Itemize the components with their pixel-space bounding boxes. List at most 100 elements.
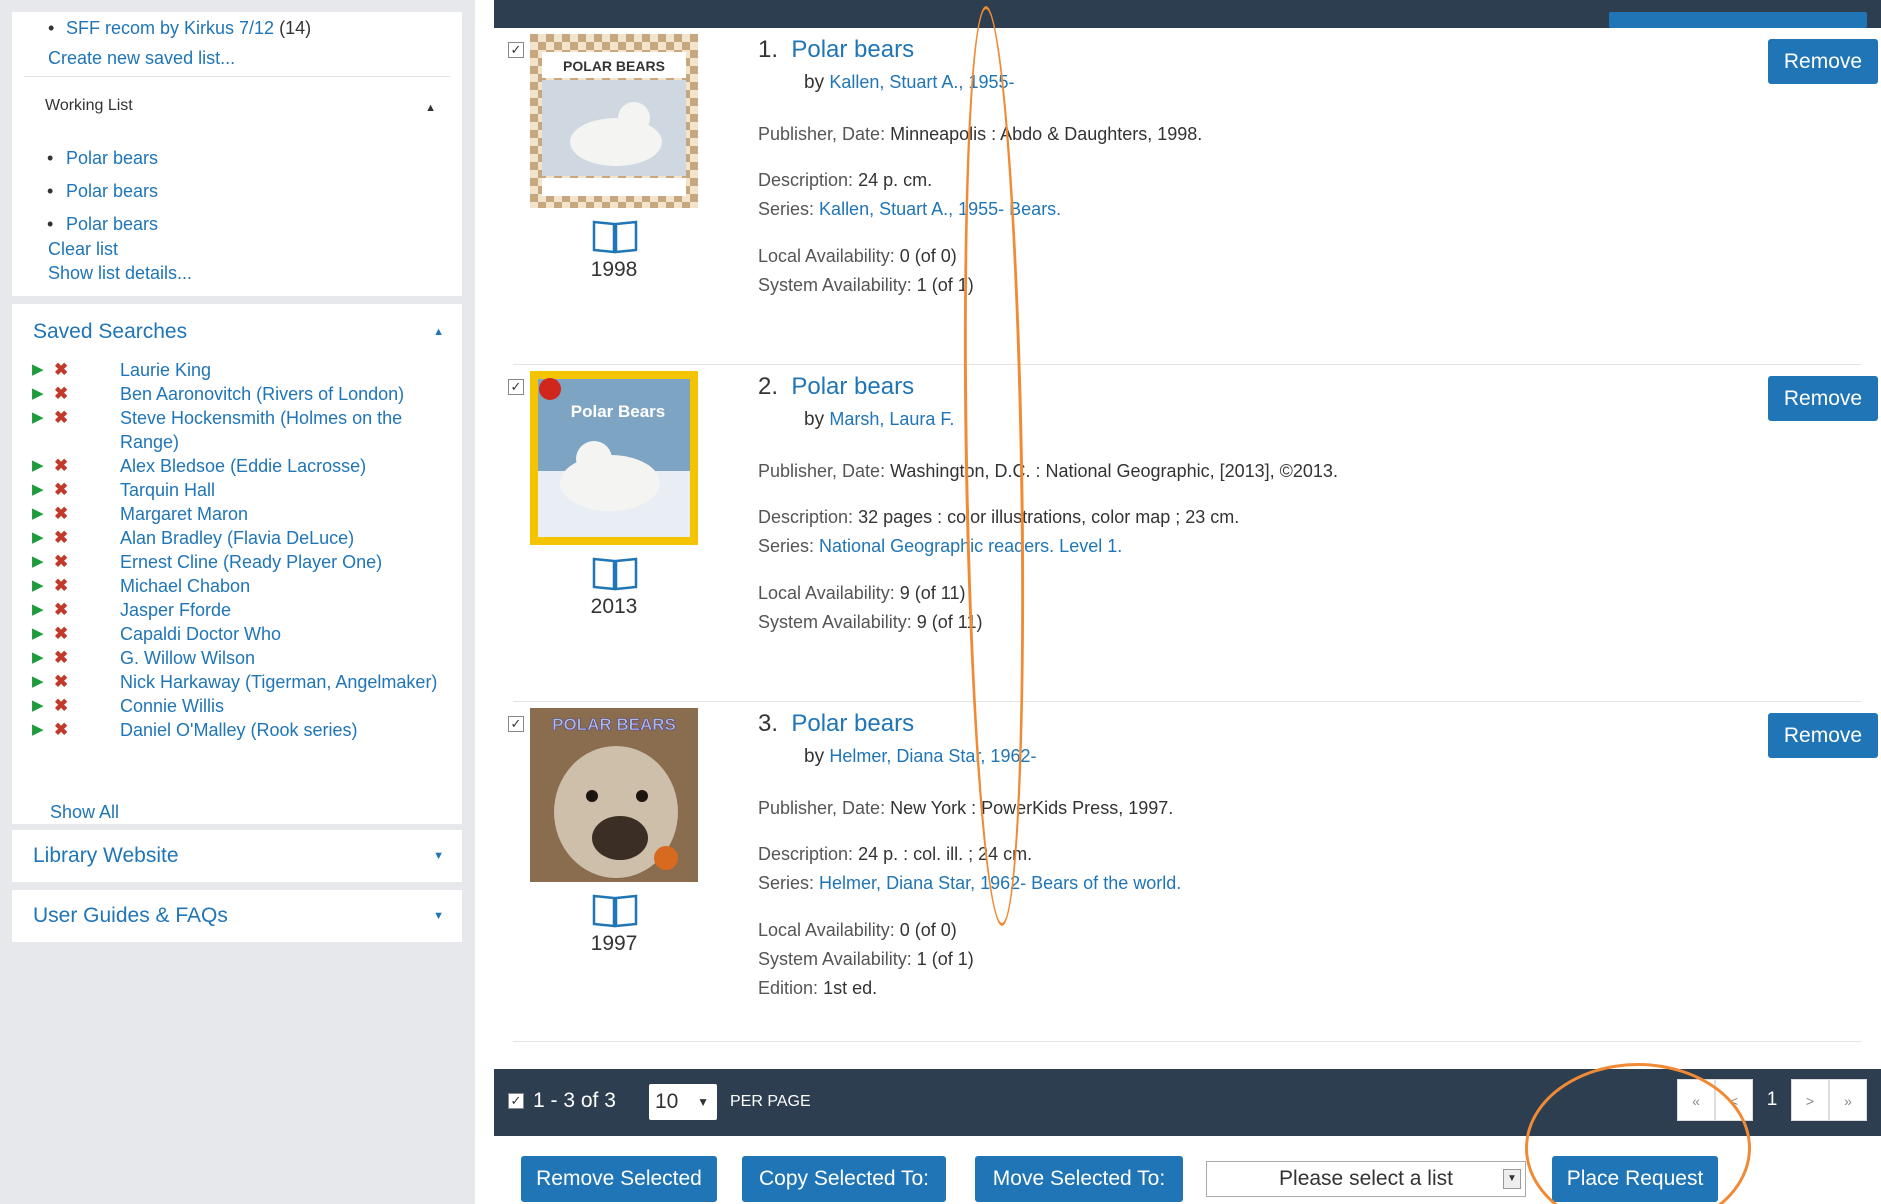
library-website-heading[interactable]: Library Website bbox=[33, 844, 179, 868]
per-page-select[interactable]: 10 ▼ bbox=[649, 1084, 717, 1120]
saved-list-item[interactable]: SFF recom by Kirkus 7/12 (14) bbox=[12, 18, 462, 39]
play-icon[interactable]: ▶ bbox=[32, 526, 54, 550]
play-icon[interactable]: ▶ bbox=[32, 574, 54, 598]
delete-icon[interactable]: ✖ bbox=[54, 502, 120, 526]
delete-icon[interactable]: ✖ bbox=[54, 406, 120, 430]
place-request-button[interactable]: Place Request bbox=[1552, 1156, 1718, 1202]
saved-search-link[interactable]: G. Willow Wilson bbox=[120, 646, 450, 670]
play-icon[interactable]: ▶ bbox=[32, 478, 54, 502]
record-title[interactable]: Polar bears bbox=[791, 36, 914, 63]
edition-value: 1st ed. bbox=[823, 978, 878, 998]
caret-down-icon[interactable]: ▼ bbox=[433, 910, 444, 922]
clear-list-link[interactable]: Clear list bbox=[48, 239, 118, 260]
delete-icon[interactable]: ✖ bbox=[54, 598, 120, 622]
saved-search-link[interactable]: Alan Bradley (Flavia DeLuce) bbox=[120, 526, 450, 550]
author-link[interactable]: Helmer, Diana Star, 1962- bbox=[829, 746, 1036, 766]
saved-search-link[interactable]: Tarquin Hall bbox=[120, 478, 450, 502]
working-list-item[interactable]: Polar bears bbox=[32, 208, 452, 241]
user-guides-heading[interactable]: User Guides & FAQs bbox=[33, 904, 228, 928]
saved-searches-heading[interactable]: Saved Searches bbox=[33, 320, 187, 344]
saved-search-link[interactable]: Connie Willis bbox=[120, 694, 450, 718]
pub-year: 1997 bbox=[590, 932, 638, 955]
record-checkbox[interactable]: ✓ bbox=[508, 716, 524, 732]
saved-search-link[interactable]: Michael Chabon bbox=[120, 574, 450, 598]
play-icon[interactable]: ▶ bbox=[32, 646, 54, 670]
working-list-item[interactable]: Polar bears bbox=[32, 142, 452, 175]
book-cover[interactable]: POLAR BEARS bbox=[530, 708, 698, 882]
saved-search-link[interactable]: Jasper Fforde bbox=[120, 598, 450, 622]
working-list-item[interactable]: Polar bears bbox=[32, 175, 452, 208]
delete-icon[interactable]: ✖ bbox=[54, 694, 120, 718]
delete-icon[interactable]: ✖ bbox=[54, 718, 120, 742]
move-selected-button[interactable]: Move Selected To: bbox=[975, 1156, 1183, 1202]
user-guides-panel[interactable]: User Guides & FAQs ▼ bbox=[12, 890, 462, 942]
show-list-details-link[interactable]: Show list details... bbox=[48, 263, 192, 284]
prev-page-button[interactable]: < bbox=[1715, 1079, 1753, 1121]
record-checkbox[interactable]: ✓ bbox=[508, 379, 524, 395]
play-icon[interactable]: ▶ bbox=[32, 718, 54, 742]
play-icon[interactable]: ▶ bbox=[32, 622, 54, 646]
play-icon[interactable]: ▶ bbox=[32, 382, 54, 406]
saved-search-link[interactable]: Laurie King bbox=[120, 358, 450, 382]
library-website-panel[interactable]: Library Website ▼ bbox=[12, 830, 462, 882]
series-link[interactable]: National Geographic readers. Level 1. bbox=[819, 536, 1122, 556]
book-cover[interactable]: Polar Bears bbox=[530, 371, 698, 545]
play-icon[interactable]: ▶ bbox=[32, 502, 54, 526]
last-page-button[interactable]: » bbox=[1829, 1079, 1867, 1121]
current-page[interactable]: 1 bbox=[1753, 1079, 1791, 1121]
remove-button[interactable]: Remove bbox=[1768, 39, 1878, 84]
show-all-link[interactable]: Show All bbox=[50, 802, 119, 823]
record-number: 3. bbox=[758, 710, 779, 737]
delete-icon[interactable]: ✖ bbox=[54, 646, 120, 670]
select-all-checkbox[interactable]: ✓ bbox=[508, 1093, 524, 1109]
caret-up-icon[interactable]: ▲ bbox=[425, 102, 436, 114]
play-icon[interactable]: ▶ bbox=[32, 454, 54, 478]
remove-selected-button[interactable]: Remove Selected bbox=[521, 1156, 717, 1202]
record-title[interactable]: Polar bears bbox=[791, 710, 914, 737]
delete-icon[interactable]: ✖ bbox=[54, 382, 120, 406]
delete-icon[interactable]: ✖ bbox=[54, 478, 120, 502]
list-select[interactable]: Please select a list ▼ bbox=[1206, 1161, 1526, 1197]
saved-search-link[interactable]: Alex Bledsoe (Eddie Lacrosse) bbox=[120, 454, 450, 478]
delete-icon[interactable]: ✖ bbox=[54, 670, 120, 694]
saved-search-link[interactable]: Daniel O'Malley (Rook series) bbox=[120, 718, 450, 742]
author-link[interactable]: Kallen, Stuart A., 1955- bbox=[829, 72, 1014, 92]
field-label: Publisher, Date: bbox=[758, 798, 886, 818]
series-link[interactable]: Helmer, Diana Star, 1962- Bears of the w… bbox=[819, 873, 1181, 893]
delete-icon[interactable]: ✖ bbox=[54, 454, 120, 478]
saved-search-link[interactable]: Capaldi Doctor Who bbox=[120, 622, 450, 646]
play-icon[interactable]: ▶ bbox=[32, 670, 54, 694]
remove-button[interactable]: Remove bbox=[1768, 713, 1878, 758]
first-page-button[interactable]: « bbox=[1677, 1079, 1715, 1121]
delete-icon[interactable]: ✖ bbox=[54, 526, 120, 550]
saved-search-link[interactable]: Nick Harkaway (Tigerman, Angelmaker) bbox=[120, 670, 450, 694]
caret-up-icon[interactable]: ▲ bbox=[433, 326, 444, 338]
delete-icon[interactable]: ✖ bbox=[54, 622, 120, 646]
play-icon[interactable]: ▶ bbox=[32, 406, 54, 430]
saved-search-link[interactable]: Steve Hockensmith (Holmes on the Range) bbox=[120, 406, 450, 454]
saved-search-row: ▶ ✖ Margaret Maron bbox=[32, 502, 452, 526]
saved-search-link[interactable]: Ben Aaronovitch (Rivers of London) bbox=[120, 382, 450, 406]
next-page-button[interactable]: > bbox=[1791, 1079, 1829, 1121]
record-checkbox[interactable]: ✓ bbox=[508, 42, 524, 58]
create-list-link[interactable]: Create new saved list... bbox=[48, 48, 235, 69]
play-icon[interactable]: ▶ bbox=[32, 550, 54, 574]
book-cover[interactable]: POLAR BEARS bbox=[530, 34, 698, 208]
record-title[interactable]: Polar bears bbox=[791, 373, 914, 400]
author-link[interactable]: Marsh, Laura F. bbox=[829, 409, 954, 429]
play-icon[interactable]: ▶ bbox=[32, 694, 54, 718]
saved-search-link[interactable]: Ernest Cline (Ready Player One) bbox=[120, 550, 450, 574]
working-list: Polar bears Polar bears Polar bears bbox=[32, 142, 452, 241]
play-icon[interactable]: ▶ bbox=[32, 358, 54, 382]
remove-button[interactable]: Remove bbox=[1768, 376, 1878, 421]
saved-search-link[interactable]: Margaret Maron bbox=[120, 502, 450, 526]
publisher-value: New York : PowerKids Press, 1997. bbox=[890, 798, 1174, 818]
play-icon[interactable]: ▶ bbox=[32, 598, 54, 622]
copy-selected-button[interactable]: Copy Selected To: bbox=[742, 1156, 946, 1202]
divider bbox=[513, 1041, 1861, 1042]
delete-icon[interactable]: ✖ bbox=[54, 574, 120, 598]
delete-icon[interactable]: ✖ bbox=[54, 550, 120, 574]
caret-down-icon[interactable]: ▼ bbox=[433, 850, 444, 862]
series-link[interactable]: Kallen, Stuart A., 1955- Bears. bbox=[819, 199, 1061, 219]
delete-icon[interactable]: ✖ bbox=[54, 358, 120, 382]
